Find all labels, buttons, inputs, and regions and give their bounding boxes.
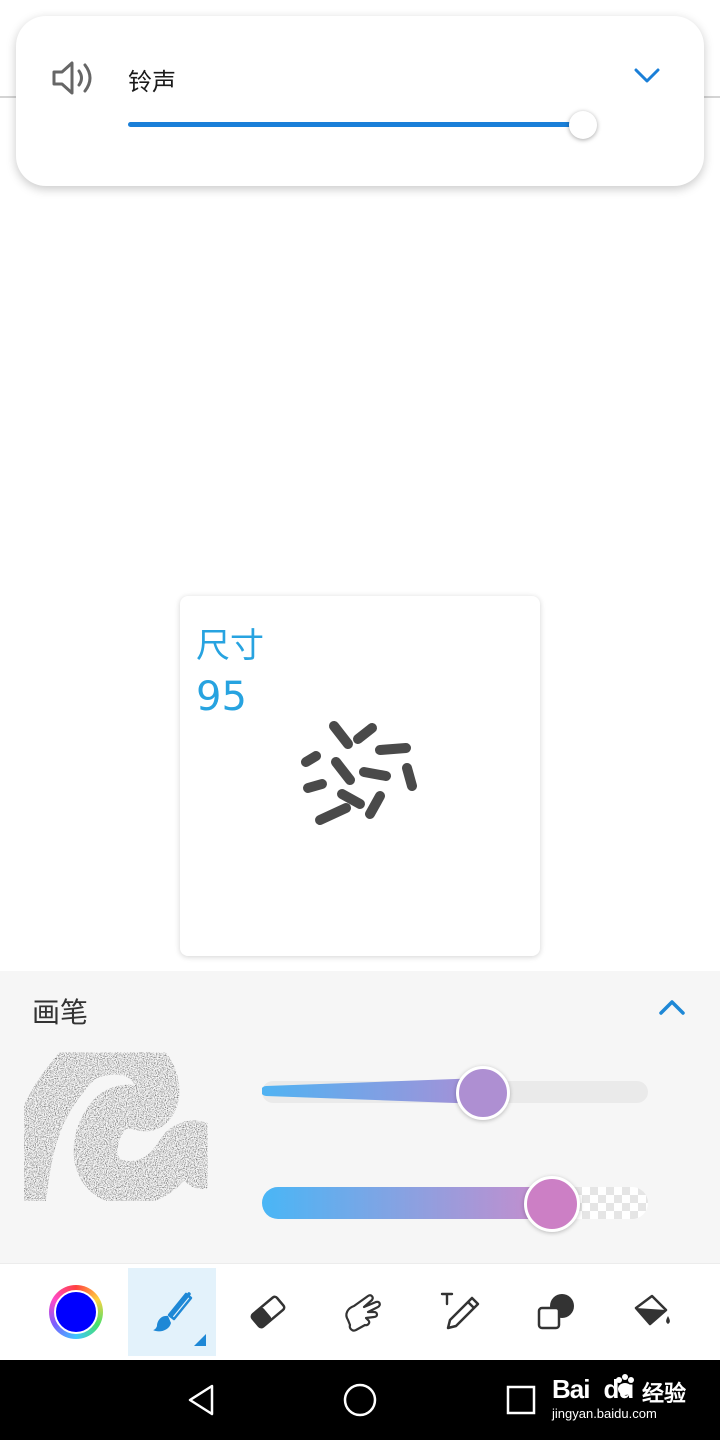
color-swatch-icon (49, 1285, 103, 1339)
system-nav-bar: Baidu 经验 jingyan.baidu.com (0, 1360, 720, 1440)
volume-slider-track[interactable] (128, 122, 584, 127)
home-icon[interactable] (342, 1382, 378, 1418)
shapes-icon (537, 1294, 574, 1330)
size-title: 尺寸 (196, 626, 264, 666)
brush-size-slider[interactable] (262, 1066, 650, 1120)
brush-opacity-slider[interactable] (262, 1176, 650, 1232)
paint-bucket-icon (634, 1294, 670, 1326)
shapes-tool-button[interactable] (512, 1268, 600, 1356)
brush-opacity-slider-fill (262, 1187, 552, 1219)
volume-panel: 铃声 (16, 16, 704, 186)
watermark-cn: 经验 (642, 1382, 687, 1407)
size-popup: 尺寸 95 (180, 596, 540, 956)
bottom-toolbar (0, 1263, 720, 1361)
volume-slider-thumb[interactable] (569, 111, 597, 139)
brush-size-slider-thumb[interactable] (456, 1066, 510, 1120)
eraser-icon (250, 1295, 286, 1329)
brush-options-caret (194, 1334, 206, 1346)
brush-panel-title: 画笔 (32, 996, 89, 1029)
text-pen-icon (440, 1292, 480, 1330)
watermark-url: jingyan.baidu.com (552, 1406, 657, 1421)
brush-size-slider-fill (262, 1078, 482, 1104)
brush-panel: 画笔 (0, 971, 720, 1263)
current-color (54, 1290, 98, 1334)
text-tool-button[interactable] (416, 1268, 504, 1356)
chevron-up-icon[interactable] (656, 997, 688, 1019)
brush-opacity-slider-thumb[interactable] (524, 1176, 580, 1232)
color-picker-button[interactable] (32, 1268, 120, 1356)
brush-tip-preview (301, 721, 417, 825)
smudge-tool-button[interactable] (318, 1268, 406, 1356)
paw-icon (616, 1374, 634, 1395)
chevron-down-icon[interactable] (632, 64, 662, 86)
brush-tool-button[interactable] (128, 1268, 216, 1356)
finger-icon (345, 1294, 381, 1332)
recents-icon[interactable] (505, 1384, 537, 1416)
back-icon[interactable] (184, 1382, 218, 1418)
brush-stroke-preview (12, 1043, 222, 1223)
size-value: 95 (196, 674, 247, 720)
baidu-jingyan-watermark: Baidu 经验 jingyan.baidu.com (552, 1374, 712, 1424)
volume-label: 铃声 (128, 68, 176, 96)
brush-icon (153, 1292, 193, 1332)
fill-tool-button[interactable] (608, 1268, 696, 1356)
speaker-icon[interactable] (50, 58, 96, 98)
eraser-tool-button[interactable] (224, 1268, 312, 1356)
